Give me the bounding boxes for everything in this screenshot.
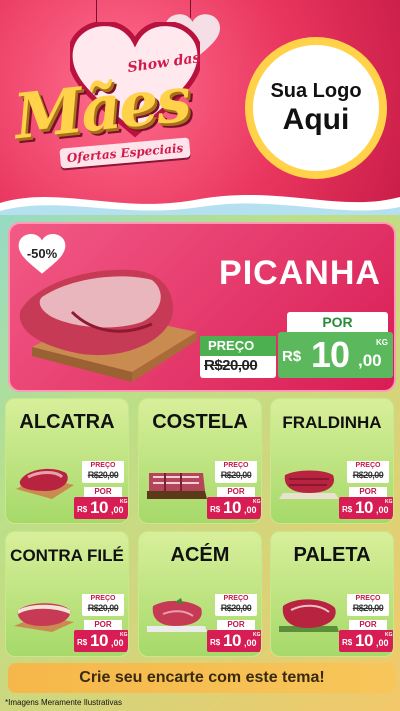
price-integer: 10 xyxy=(355,498,373,517)
logo-text-line2: Aqui xyxy=(282,103,350,136)
product-card[interactable]: COSTELA PREÇO R$20,00 POR R$ 10,00 KG xyxy=(138,398,262,524)
price-integer: 10 xyxy=(311,334,350,375)
old-price-value: R$20,00 xyxy=(352,603,384,613)
old-price-label: PREÇO xyxy=(82,594,124,603)
product-name: CONTRA FILÉ xyxy=(10,546,124,565)
por-label: POR xyxy=(84,620,122,630)
meat-image xyxy=(14,603,74,632)
price-unit: KG xyxy=(385,499,393,505)
old-price-box: PREÇO R$20,00 xyxy=(347,594,389,616)
price-integer: 10 xyxy=(355,631,373,650)
logo-placeholder: Sua Logo Aqui xyxy=(245,37,387,179)
price-decimal: ,00 xyxy=(358,351,382,370)
new-price-box: R$ 10,00 KG xyxy=(74,630,128,652)
price-decimal: ,00 xyxy=(376,505,389,515)
old-price-label: PREÇO xyxy=(82,461,124,470)
product-name: PALETA xyxy=(293,544,371,566)
price-integer: 10 xyxy=(223,498,241,517)
logo-text-line1: Sua Logo xyxy=(270,80,362,102)
price-currency: R$ xyxy=(282,348,302,365)
por-label: POR xyxy=(349,620,387,630)
old-price-value: R$20,00 xyxy=(220,603,252,613)
old-price-value: R$20,00 xyxy=(352,470,384,480)
wave-divider xyxy=(0,194,400,215)
price-currency: R$ xyxy=(77,638,88,647)
por-label: POR xyxy=(349,487,387,497)
price-integer: 10 xyxy=(90,498,108,517)
old-price-label: PREÇO xyxy=(215,461,257,470)
new-price-box: R$ 10,00 KG xyxy=(339,497,393,519)
old-price-label: PREÇO xyxy=(347,461,389,470)
new-price-box: R$ 10,00 KG xyxy=(339,630,393,652)
old-price-box: PREÇO R$20,00 xyxy=(200,336,276,378)
old-price-box: PREÇO R$20,00 xyxy=(347,461,389,483)
por-label: POR xyxy=(217,487,255,497)
product-name: ACÉM xyxy=(170,544,230,566)
header-banner: Show das Mães Ofertas Especiais Sua Logo… xyxy=(0,0,400,215)
picanha-image xyxy=(19,269,197,382)
old-price-box: PREÇO R$20,00 xyxy=(82,594,124,616)
por-label: POR xyxy=(84,487,122,497)
title-maes: Mães xyxy=(10,62,193,154)
meat-image xyxy=(279,470,339,499)
old-price-box: PREÇO R$20,00 xyxy=(215,461,257,483)
price-unit: KG xyxy=(253,499,261,505)
product-card[interactable]: CONTRA FILÉ PREÇO R$20,00 POR R$ 10,00 KG xyxy=(5,531,129,657)
price-decimal: ,00 xyxy=(244,638,257,648)
old-price-box: PREÇO R$20,00 xyxy=(82,461,124,483)
old-price-value: R$20,00 xyxy=(204,357,258,374)
product-name: COSTELA xyxy=(152,411,248,433)
price-currency: R$ xyxy=(210,505,221,514)
price-decimal: ,00 xyxy=(244,505,257,515)
price-unit: KG xyxy=(385,632,393,638)
price-decimal: ,00 xyxy=(111,505,124,515)
por-label: POR xyxy=(287,312,388,332)
old-price-value: R$20,00 xyxy=(220,470,252,480)
por-label: POR xyxy=(217,620,255,630)
meat-image xyxy=(279,599,339,632)
price-unit: KG xyxy=(120,499,128,505)
featured-offer[interactable]: -50% PICANHA PREÇO R$20,00 POR R$ 10 ,00… xyxy=(8,222,396,392)
disclaimer-text: *Imagens Meramente Ilustrativas xyxy=(5,698,122,707)
product-name: FRALDINHA xyxy=(282,413,382,432)
meat-image xyxy=(16,468,74,499)
product-card[interactable]: ALCATRA PREÇO R$20,00 POR R$ 10,00 KG xyxy=(5,398,129,524)
product-card[interactable]: ACÉM PREÇO R$20,00 POR R$ 10,00 KG xyxy=(138,531,262,657)
price-currency: R$ xyxy=(210,638,221,647)
meat-image xyxy=(147,598,207,632)
price-currency: R$ xyxy=(342,505,353,514)
price-currency: R$ xyxy=(342,638,353,647)
meat-image xyxy=(147,473,207,499)
old-price-label: PREÇO xyxy=(215,594,257,603)
price-currency: R$ xyxy=(77,505,88,514)
old-price-label: PREÇO xyxy=(200,336,276,356)
price-unit: KG xyxy=(253,632,261,638)
new-price-box: R$ 10,00 KG xyxy=(207,630,261,652)
featured-product-name: PICANHA xyxy=(219,254,381,292)
price-unit: KG xyxy=(120,632,128,638)
price-decimal: ,00 xyxy=(111,638,124,648)
price-unit: KG xyxy=(376,338,388,347)
new-price-box: R$ 10,00 KG xyxy=(207,497,261,519)
price-decimal: ,00 xyxy=(376,638,389,648)
old-price-box: PREÇO R$20,00 xyxy=(215,594,257,616)
price-integer: 10 xyxy=(223,631,241,650)
price-integer: 10 xyxy=(90,631,108,650)
old-price-label: PREÇO xyxy=(347,594,389,603)
product-card[interactable]: FRALDINHA PREÇO R$20,00 POR R$ 10,00 KG xyxy=(270,398,394,524)
cta-banner[interactable]: Crie seu encarte com este tema! xyxy=(8,663,396,693)
new-price-box: R$ 10,00 KG xyxy=(74,497,128,519)
old-price-value: R$20,00 xyxy=(87,603,119,613)
product-card[interactable]: PALETA PREÇO R$20,00 POR R$ 10,00 KG xyxy=(270,531,394,657)
old-price-value: R$20,00 xyxy=(87,470,119,480)
product-name: ALCATRA xyxy=(19,411,115,433)
new-price-box: R$ 10 ,00 KG xyxy=(278,332,393,378)
